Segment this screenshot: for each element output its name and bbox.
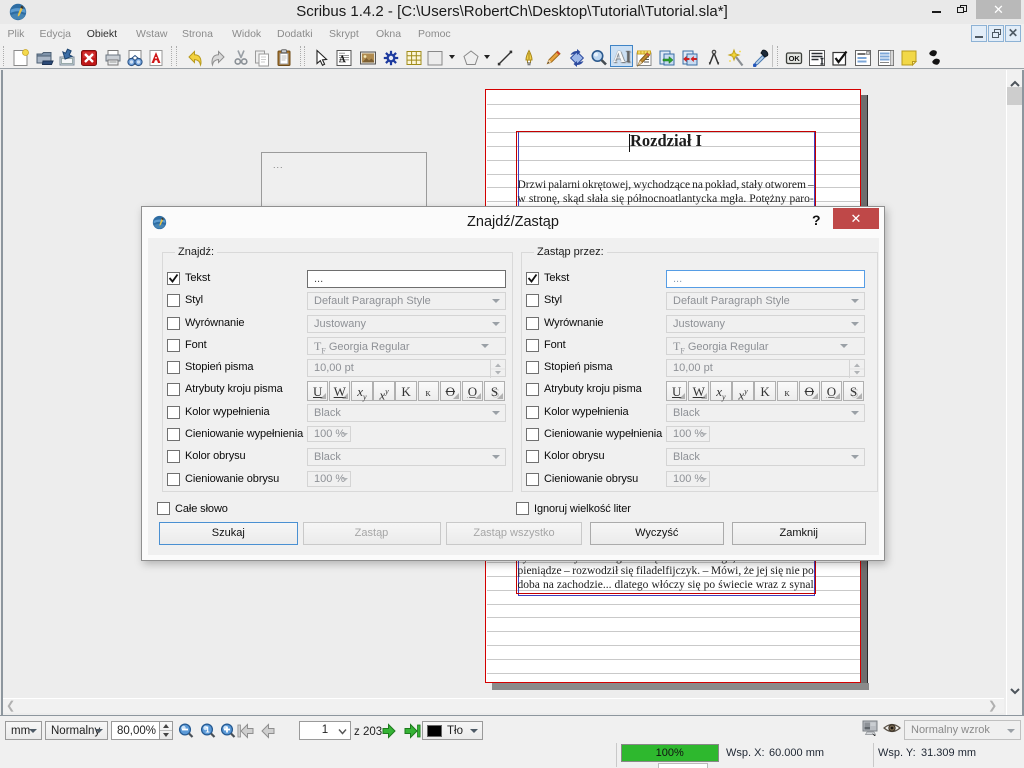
svg-text:A: A [339,54,346,64]
svg-text:1: 1 [205,726,210,735]
svg-text:OK: OK [789,54,801,63]
